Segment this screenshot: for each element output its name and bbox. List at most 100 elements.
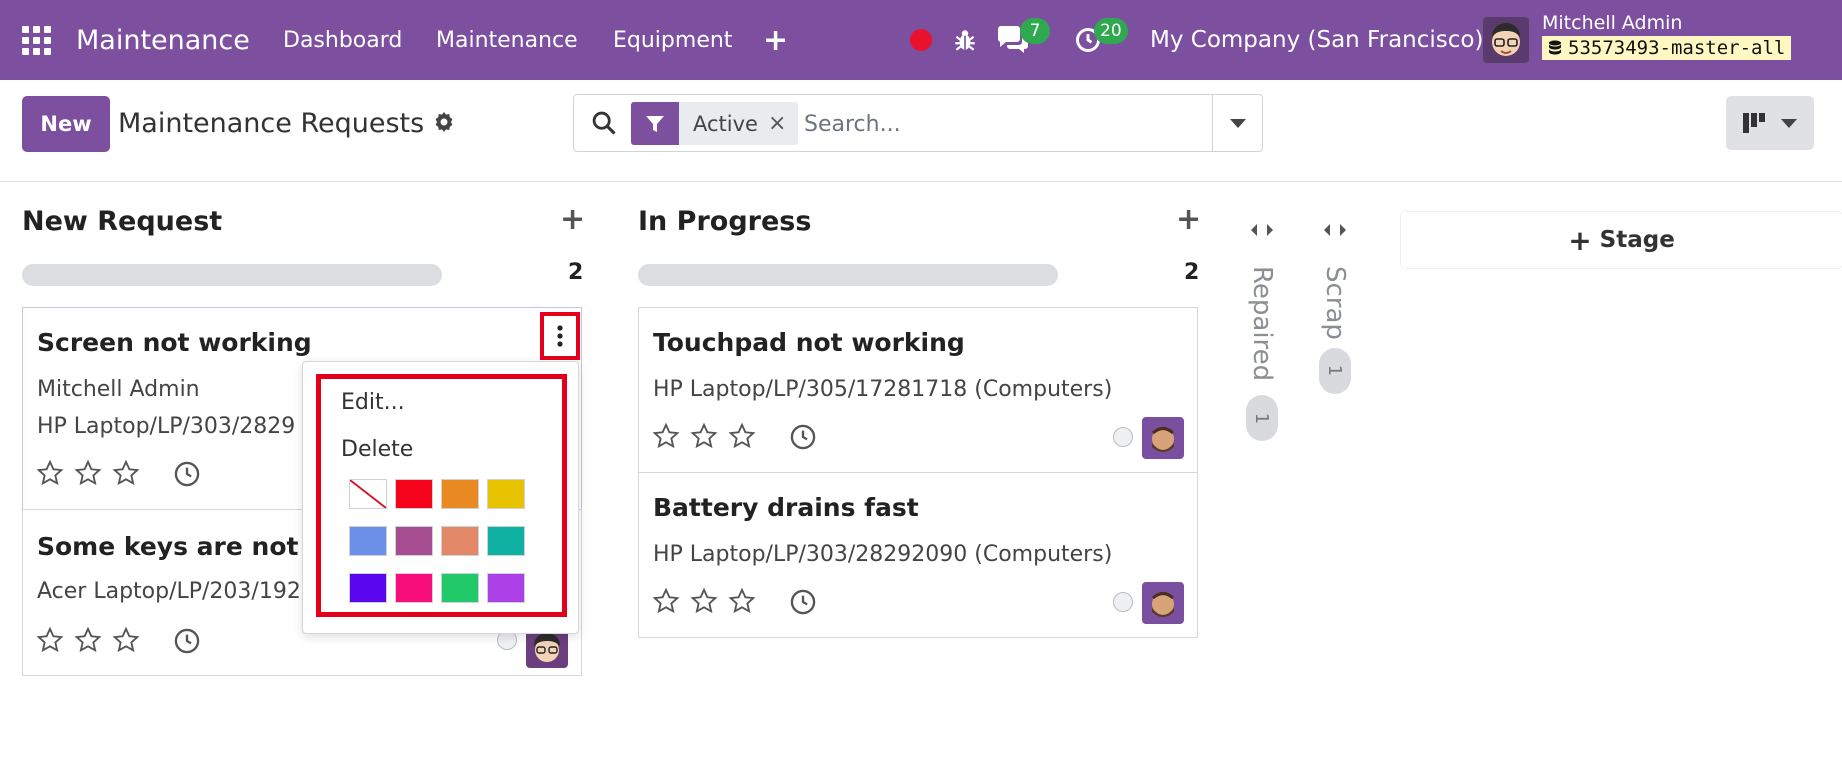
top-navbar: Maintenance Dashboard Maintenance Equipm… <box>0 0 1842 80</box>
menu-item-edit[interactable]: Edit... <box>341 390 405 415</box>
activity-clock-icon[interactable] <box>173 627 201 659</box>
user-name: Mitchell Admin <box>1542 12 1683 34</box>
kanban-card[interactable]: Touchpad not working HP Laptop/LP/305/17… <box>638 307 1198 473</box>
add-stage-button[interactable]: + Stage <box>1401 212 1842 268</box>
chevron-down-icon <box>1229 118 1246 128</box>
activity-badge: 20 <box>1094 18 1128 44</box>
star-icon <box>690 422 718 449</box>
star-icon <box>728 422 756 449</box>
kebab-menu-icon <box>557 325 563 347</box>
folded-column-count: 1 <box>1246 395 1278 442</box>
star-icon <box>74 459 102 486</box>
color-swatch[interactable] <box>349 526 387 556</box>
card-title: Battery drains fast <box>653 493 919 522</box>
activity-clock-icon[interactable] <box>789 588 817 620</box>
card-title: Screen not working <box>37 328 312 357</box>
chevron-down-icon <box>1781 118 1797 128</box>
color-swatch[interactable] <box>395 479 433 509</box>
search-bar: Active × <box>573 94 1263 152</box>
kanban-view-switcher[interactable] <box>1726 96 1814 150</box>
star-icon <box>36 626 64 653</box>
color-swatch[interactable] <box>349 573 387 603</box>
folded-column-repaired[interactable]: Repaired 1 <box>1242 222 1282 442</box>
plus-icon[interactable]: + <box>763 0 788 80</box>
color-swatch[interactable] <box>395 573 433 603</box>
user-avatar[interactable] <box>1483 16 1529 64</box>
color-swatch[interactable] <box>395 526 433 556</box>
color-swatch[interactable] <box>441 526 479 556</box>
card-equipment: HP Laptop/LP/305/17281718 (Computers) <box>653 377 1113 402</box>
column-count: 2 <box>1184 260 1200 285</box>
apps-menu-icon[interactable] <box>22 0 56 80</box>
priority-stars[interactable] <box>651 587 757 615</box>
filter-remove-icon[interactable]: × <box>768 102 798 145</box>
color-swatch[interactable] <box>487 479 525 509</box>
star-icon <box>652 587 680 614</box>
column-progress-bar[interactable] <box>22 264 442 286</box>
kanban-state-dot[interactable] <box>1113 427 1133 447</box>
bug-icon[interactable] <box>952 0 978 80</box>
gear-icon[interactable] <box>432 110 456 138</box>
kanban-icon <box>1743 113 1765 133</box>
star-icon <box>112 626 140 653</box>
add-card-icon[interactable]: + <box>560 202 585 237</box>
card-equipment: Acer Laptop/LP/203/192 <box>37 579 301 604</box>
database-name: 53573493-master-all <box>1568 37 1786 59</box>
color-swatch[interactable] <box>441 479 479 509</box>
page-title: Maintenance Requests <box>118 108 425 139</box>
menu-equipment[interactable]: Equipment <box>613 0 732 80</box>
star-icon <box>652 422 680 449</box>
database-tag: 53573493-master-all <box>1542 36 1792 60</box>
color-swatch[interactable] <box>487 573 525 603</box>
add-stage-label: Stage <box>1599 227 1675 253</box>
card-owner: Mitchell Admin <box>37 377 200 402</box>
activity-clock-icon[interactable] <box>789 423 817 455</box>
activity-clock-icon[interactable] <box>173 460 201 492</box>
app-name[interactable]: Maintenance <box>76 0 250 80</box>
filter-facet: Active × <box>631 102 799 145</box>
highlight-box: Edit... Delete <box>316 374 567 617</box>
column-title: New Request <box>22 206 223 237</box>
priority-stars[interactable] <box>35 459 141 487</box>
assignee-avatar <box>1142 417 1184 459</box>
user-menu[interactable]: Mitchell Admin 53573493-master-all <box>1542 12 1792 60</box>
star-icon <box>112 459 140 486</box>
new-button[interactable]: New <box>22 96 110 152</box>
color-swatch-none[interactable] <box>349 479 387 509</box>
menu-item-delete[interactable]: Delete <box>341 437 413 462</box>
star-icon <box>36 459 64 486</box>
priority-stars[interactable] <box>35 626 141 654</box>
card-title: Some keys are not wo <box>37 532 348 561</box>
card-menu-button[interactable] <box>540 312 580 360</box>
company-switcher[interactable]: My Company (San Francisco) <box>1150 0 1483 80</box>
expand-arrows-icon <box>1324 224 1346 236</box>
filter-facet-label: Active <box>693 111 758 136</box>
search-options-toggle[interactable] <box>1212 95 1262 151</box>
record-icon[interactable] <box>910 0 932 80</box>
plus-icon: + <box>1568 223 1592 257</box>
color-swatch[interactable] <box>441 573 479 603</box>
kanban-card[interactable]: Battery drains fast HP Laptop/LP/303/282… <box>638 472 1198 638</box>
folded-column-scrap[interactable]: Scrap 1 <box>1315 222 1355 394</box>
search-icon[interactable] <box>590 109 618 141</box>
star-icon <box>74 626 102 653</box>
search-input[interactable] <box>804 103 1184 145</box>
folded-column-title: Repaired <box>1247 266 1277 382</box>
kanban-state-dot[interactable] <box>1113 592 1133 612</box>
column-progress-bar[interactable] <box>638 264 1058 286</box>
column-title: In Progress <box>638 206 812 237</box>
column-count: 2 <box>568 260 584 285</box>
card-equipment: HP Laptop/LP/303/2829 <box>37 414 296 439</box>
add-card-icon[interactable]: + <box>1176 202 1201 237</box>
menu-dashboard[interactable]: Dashboard <box>283 0 402 80</box>
color-picker <box>349 479 525 603</box>
filter-icon <box>631 102 679 145</box>
color-swatch[interactable] <box>487 526 525 556</box>
priority-stars[interactable] <box>651 422 757 450</box>
assignee-avatar <box>1142 582 1184 624</box>
database-icon <box>1549 40 1561 55</box>
menu-maintenance[interactable]: Maintenance <box>436 0 578 80</box>
folded-column-title: Scrap <box>1320 266 1350 340</box>
folded-column-count: 1 <box>1319 347 1351 394</box>
card-dropdown-menu: Edit... Delete <box>302 361 579 634</box>
